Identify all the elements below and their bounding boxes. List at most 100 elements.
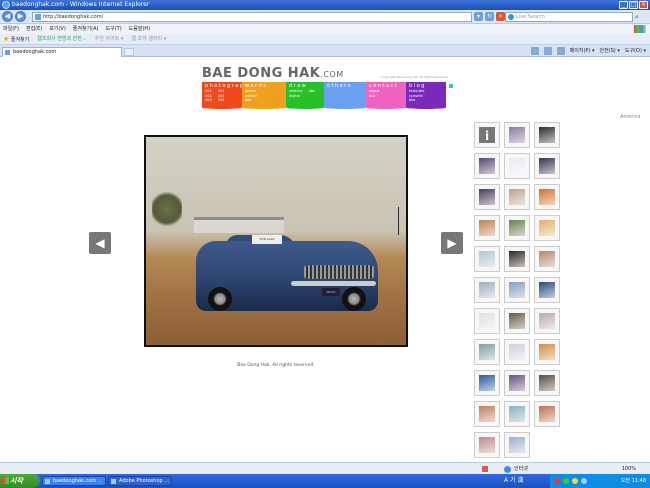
photo-thumbnail[interactable] [534, 153, 560, 179]
nav-sub-link[interactable]: 003 [205, 98, 212, 103]
nav-sub-link[interactable]: bbs [369, 94, 379, 99]
photo-thumbnail[interactable] [474, 339, 500, 365]
nav-heading[interactable]: others [327, 83, 363, 89]
favorites-button[interactable]: ★ 즐겨찾기 [3, 34, 29, 44]
photo-thumbnail[interactable] [534, 184, 560, 210]
photo-thumbnail[interactable] [474, 370, 500, 396]
photo-thumbnail[interactable] [504, 184, 530, 210]
web-slice-gallery-button[interactable]: 웹 조각 갤러리 ▾ [131, 34, 166, 44]
photo-thumbnail[interactable] [504, 308, 530, 334]
photo-thumbnail[interactable] [534, 339, 560, 365]
maximize-button[interactable]: □ [629, 1, 638, 9]
tray-icon[interactable] [581, 478, 587, 484]
nav-contact[interactable]: contact about bbs [366, 82, 406, 109]
photo-thumbnail[interactable] [534, 122, 560, 148]
tray-icon[interactable] [572, 478, 578, 484]
thumbnail-image [479, 437, 495, 453]
photo-thumbnail[interactable] [474, 215, 500, 241]
print-icon[interactable] [556, 47, 565, 55]
menu-tools[interactable]: 도구(T) [106, 24, 122, 34]
photo-thumbnail[interactable] [504, 432, 530, 458]
thumbnail-image [479, 375, 495, 391]
star-icon: ★ [3, 35, 10, 43]
info-thumbnail[interactable]: i [474, 122, 500, 148]
photo-thumbnail[interactable] [504, 122, 530, 148]
photo-thumbnail[interactable] [474, 184, 500, 210]
photo-thumbnail[interactable] [474, 308, 500, 334]
photo-thumbnail[interactable] [504, 277, 530, 303]
title-bar: baedonghak.com - Windows Internet Explor… [0, 0, 650, 10]
photo-thumbnail[interactable] [534, 246, 560, 272]
tools-menu-button[interactable]: 도구(O) ▾ [625, 46, 646, 56]
feeds-icon[interactable] [543, 47, 552, 55]
menu-view[interactable]: 보기(V) [49, 24, 66, 34]
close-button[interactable]: × [639, 1, 648, 9]
photo-thumbnail[interactable] [504, 339, 530, 365]
favorite-link[interactable]: 웹조회사 연방과 만한... [37, 34, 86, 44]
safety-menu-button[interactable]: 안전(S) ▾ [599, 46, 619, 56]
nav-sub-link[interactable]: bbs [309, 89, 315, 94]
start-button[interactable]: 시작 [0, 474, 40, 488]
windows-flag-icon [2, 477, 9, 484]
page-menu-button[interactable]: 페이지(P) ▾ [570, 46, 595, 56]
stop-icon[interactable]: × [496, 12, 505, 21]
menu-help[interactable]: 도움말(H) [129, 24, 150, 34]
photo-thumbnail[interactable] [534, 308, 560, 334]
home-icon[interactable] [530, 47, 539, 55]
photo-thumbnail[interactable] [504, 153, 530, 179]
refresh-icon[interactable]: ↻ [485, 12, 494, 21]
nav-others[interactable]: others [324, 82, 366, 109]
menu-edit[interactable]: 편집(E) [26, 24, 42, 34]
menu-favorites[interactable]: 즐겨찾기(A) [73, 24, 99, 34]
nav-sub-link[interactable]: bbs [245, 98, 257, 103]
nav-sub-link[interactable]: 006 [218, 98, 225, 103]
back-button[interactable]: ◀ [2, 11, 13, 22]
nav-photography[interactable]: photography 001 002 003 004 005 006 [202, 82, 252, 109]
nav-blog[interactable]: blog textcube cyworld bbs [406, 82, 446, 109]
address-bar[interactable]: http://baedonghak.com/ [32, 12, 472, 22]
thumbnail-image [539, 127, 555, 143]
tray-icon[interactable] [563, 478, 569, 484]
photo-thumbnail[interactable] [534, 370, 560, 396]
nav-draw[interactable]: draw sketche digital bbs [286, 82, 324, 109]
taskbar-item-ie[interactable]: baedonghak.com ... [42, 476, 106, 486]
tray-icon[interactable] [554, 478, 560, 484]
next-photo-button[interactable]: ▶ [441, 232, 463, 254]
photo-pole [398, 207, 399, 235]
new-tab-button[interactable] [124, 48, 134, 56]
tab-baedonghak[interactable]: baedonghak.com [2, 47, 122, 57]
thumbnail-image [479, 158, 495, 174]
thumbnail-image [509, 158, 525, 174]
main-photo[interactable]: FOR SALE KENIA [144, 135, 408, 347]
suggested-sites-button[interactable]: 추천 사이트 ▾ [95, 34, 124, 44]
forward-button[interactable]: ▶ [15, 11, 26, 22]
photo-thumbnail[interactable] [504, 370, 530, 396]
nav-words[interactable]: words others written bbs [242, 82, 286, 109]
dropdown-icon[interactable]: ▾ [474, 12, 483, 21]
menu-file[interactable]: 파일(F) [3, 24, 19, 34]
nav-sub-link[interactable]: digital [289, 94, 303, 99]
site-logo[interactable]: BAE DONG HAK.COM [202, 66, 344, 81]
photo-thumbnail[interactable] [474, 246, 500, 272]
photo-thumbnail[interactable] [534, 215, 560, 241]
search-input[interactable]: Live Search [505, 12, 633, 22]
favorites-bar: ★ 즐겨찾기 웹조회사 연방과 만한... 추천 사이트 ▾ 웹 조각 갤러리 … [0, 34, 650, 45]
photo-thumbnail[interactable] [534, 277, 560, 303]
photo-thumbnail[interactable] [504, 215, 530, 241]
minimize-button[interactable]: _ [619, 1, 628, 9]
photo-thumbnail[interactable] [474, 277, 500, 303]
photo-thumbnail[interactable] [504, 401, 530, 427]
photo-thumbnail[interactable] [474, 153, 500, 179]
prev-photo-button[interactable]: ◀ [89, 232, 111, 254]
ime-indicator[interactable]: A 가 漢 [504, 474, 548, 488]
info-icon: i [479, 127, 495, 143]
search-icon[interactable]: ⌕ [635, 12, 645, 22]
taskbar-item-photoshop[interactable]: Adobe Photoshop ... [108, 476, 172, 486]
nav-sub-link[interactable]: bbs [409, 98, 424, 103]
photo-thumbnail[interactable] [474, 432, 500, 458]
site-nav: photography 001 002 003 004 005 006 words others… [202, 82, 446, 109]
photo-thumbnail[interactable] [504, 246, 530, 272]
photo-thumbnail[interactable] [474, 401, 500, 427]
photo-thumbnail[interactable] [534, 401, 560, 427]
windows-logo-icon [634, 25, 646, 33]
